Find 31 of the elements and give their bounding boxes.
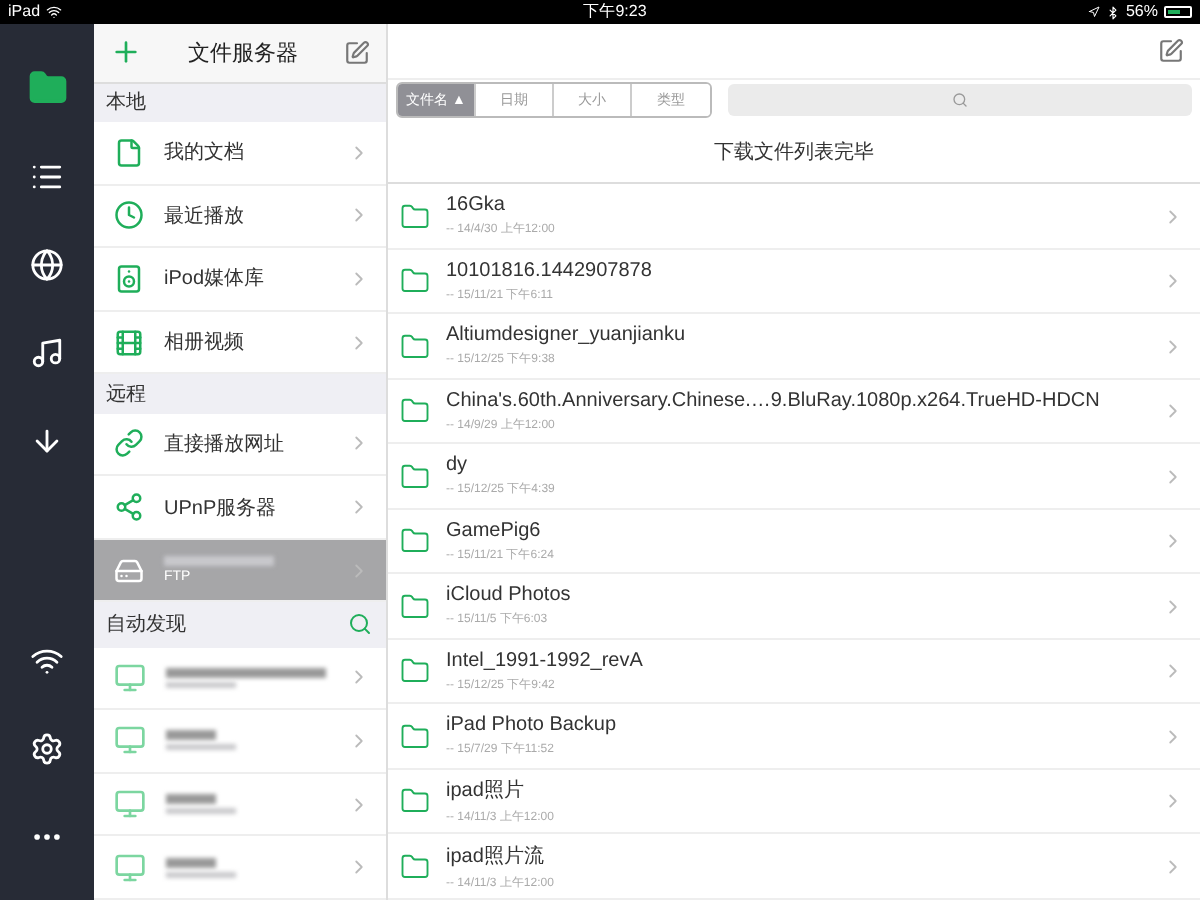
sidebar-item[interactable]: UPnP服务器 xyxy=(94,476,386,540)
item-label: 最近播放 xyxy=(164,203,246,230)
item-label: iPod媒体库 xyxy=(164,265,267,293)
sidebar-item[interactable]: 相册视频 xyxy=(94,311,386,375)
file-name: China's.60th.Anniversary.Chinese.…9.BluRay.1080p.x264.TrueHD-HDCN xyxy=(446,389,1102,412)
sidebar-item[interactable]: iPod媒体库 xyxy=(94,248,386,312)
section-title: 本地 xyxy=(106,89,146,117)
section-title: 自动发现 xyxy=(106,612,186,639)
file-name: ipad照片 xyxy=(446,777,526,805)
status-message: 下载文件列表完毕 xyxy=(388,121,1200,185)
device-name: iPad xyxy=(8,0,41,24)
item-label: 相册视频 xyxy=(164,329,246,357)
file-name: Intel_1991-1992_revA xyxy=(446,649,645,672)
file-name: ipad照片流 xyxy=(446,843,546,870)
sidebar-item[interactable]: 直接播放网址 xyxy=(94,413,386,477)
file-name: iCloud Photos xyxy=(446,584,573,607)
file-name: 10101816.1442907878 xyxy=(446,259,654,282)
clock-time: 下午9:23 xyxy=(583,0,647,24)
item-label: 直接播放网址 xyxy=(164,431,286,458)
file-name: dy xyxy=(446,454,470,477)
sidebar-title: 文件服务器 xyxy=(188,39,298,68)
item-label: 我的文档 xyxy=(164,139,246,167)
file-name: iPad Photo Backup xyxy=(446,714,619,737)
file-name: 16Gka xyxy=(446,194,507,217)
sidebar-item[interactable]: 最近播放 xyxy=(94,185,386,249)
section-title: 远程 xyxy=(106,381,146,408)
item-label: UPnP服务器 xyxy=(164,495,279,522)
sidebar-item[interactable]: 我的文档 xyxy=(94,121,386,185)
battery-percent: 56% xyxy=(1125,0,1158,24)
file-name: Altiumdesigner_yuanjianku xyxy=(446,324,688,347)
file-name: GamePig6 xyxy=(446,519,543,542)
